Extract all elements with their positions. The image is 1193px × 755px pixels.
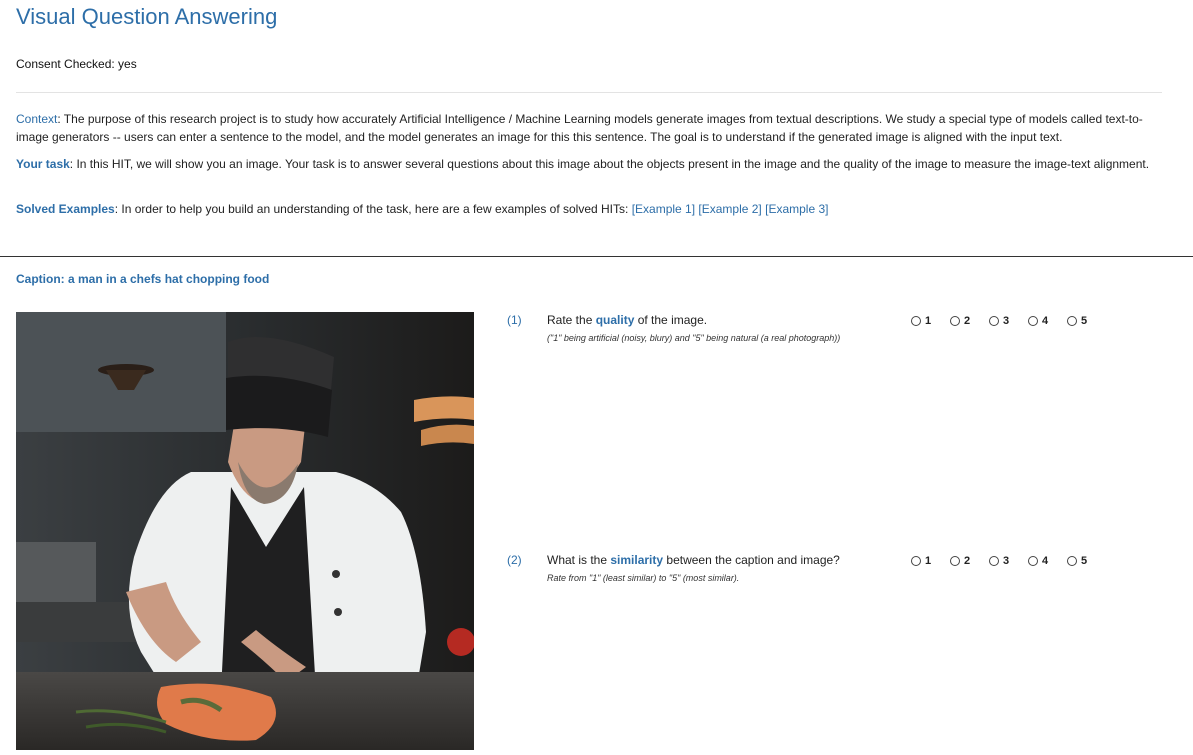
example-link-3[interactable]: [Example 3] xyxy=(765,202,828,216)
divider-dark xyxy=(0,256,1193,257)
question-2-keyword: similarity xyxy=(610,553,664,567)
question-2-number: (2) xyxy=(507,553,522,567)
question-2-hint: Rate from "1" (least similar) to "5" (mo… xyxy=(547,573,740,583)
radio-button[interactable] xyxy=(950,556,960,566)
question-1-hint: ("1" being artificial (noisy, blury) and… xyxy=(547,333,841,343)
radio-button[interactable] xyxy=(911,316,921,326)
question-1-keyword: quality xyxy=(595,313,635,327)
option-label: 5 xyxy=(1081,315,1088,327)
question-2-options: 1 2 3 4 5 xyxy=(911,555,1106,567)
question-2-option-3[interactable]: 3 xyxy=(989,555,1028,567)
examples-paragraph: Solved Examples: In order to help you bu… xyxy=(16,200,1166,218)
question-1-option-3[interactable]: 3 xyxy=(989,315,1028,327)
option-label: 2 xyxy=(964,555,971,567)
question-1-option-2[interactable]: 2 xyxy=(950,315,989,327)
question-2-option-5[interactable]: 5 xyxy=(1067,555,1106,567)
option-label: 1 xyxy=(925,315,932,327)
question-2-option-1[interactable]: 1 xyxy=(911,555,950,567)
task-paragraph: Your task: In this HIT, we will show you… xyxy=(16,155,1166,173)
context-paragraph: Context: The purpose of this research pr… xyxy=(16,110,1166,146)
question-2-suffix: between the caption and image? xyxy=(663,553,840,567)
examples-text: : In order to help you build an understa… xyxy=(114,202,632,216)
radio-button[interactable] xyxy=(1028,316,1038,326)
task-text: : In this HIT, we will show you an image… xyxy=(69,157,1150,171)
question-1-text: Rate the quality of the image. xyxy=(547,313,707,327)
question-2-option-2[interactable]: 2 xyxy=(950,555,989,567)
example-link-1[interactable]: [Example 1] xyxy=(632,202,695,216)
option-label: 3 xyxy=(1003,555,1010,567)
context-text: : The purpose of this research project i… xyxy=(16,112,1143,144)
option-label: 4 xyxy=(1042,555,1049,567)
page-title: Visual Question Answering xyxy=(16,4,278,29)
question-2-text: What is the similarity between the capti… xyxy=(547,553,840,567)
option-label: 4 xyxy=(1042,315,1049,327)
option-label: 1 xyxy=(925,555,932,567)
option-label: 3 xyxy=(1003,315,1010,327)
question-1-suffix: of the image. xyxy=(634,313,708,327)
radio-button[interactable] xyxy=(989,556,999,566)
question-2-prefix: What is the xyxy=(547,553,611,567)
generated-image xyxy=(16,312,474,750)
task-label: Your task xyxy=(16,157,70,171)
radio-button[interactable] xyxy=(911,556,921,566)
example-link-2[interactable]: [Example 2] xyxy=(698,202,761,216)
option-label: 2 xyxy=(964,315,971,327)
context-label: Context xyxy=(16,112,58,126)
radio-button[interactable] xyxy=(1067,316,1077,326)
radio-button[interactable] xyxy=(1067,556,1077,566)
radio-button[interactable] xyxy=(950,316,960,326)
question-1-options: 1 2 3 4 5 xyxy=(911,315,1106,327)
option-label: 5 xyxy=(1081,555,1088,567)
consent-status: Consent Checked: yes xyxy=(16,57,137,71)
question-1-option-1[interactable]: 1 xyxy=(911,315,950,327)
divider-light xyxy=(16,92,1162,93)
question-1-option-5[interactable]: 5 xyxy=(1067,315,1106,327)
question-2-option-4[interactable]: 4 xyxy=(1028,555,1067,567)
radio-button[interactable] xyxy=(989,316,999,326)
caption-text: Caption: a man in a chefs hat chopping f… xyxy=(16,272,270,286)
question-1-number: (1) xyxy=(507,313,522,327)
chef-photo-icon xyxy=(16,312,474,750)
examples-label: Solved Examples xyxy=(16,202,115,216)
question-1-prefix: Rate the xyxy=(547,313,596,327)
radio-button[interactable] xyxy=(1028,556,1038,566)
question-1-option-4[interactable]: 4 xyxy=(1028,315,1067,327)
